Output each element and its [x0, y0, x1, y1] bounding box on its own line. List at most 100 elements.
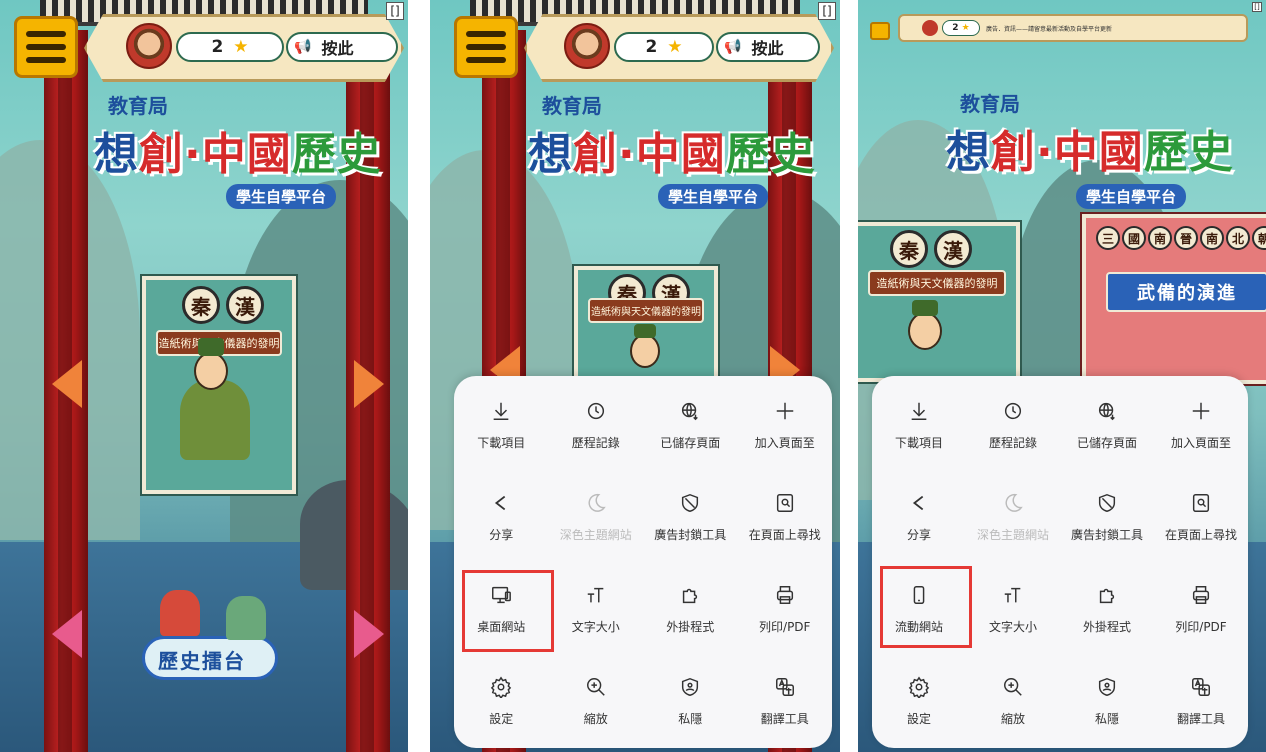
menu-item-ad-blocker[interactable]: 廣告封鎖工具 — [1060, 490, 1154, 552]
menu-item-label: 廣告封鎖工具 — [654, 528, 727, 542]
logo-part: 歷史 — [1143, 127, 1234, 178]
prev-arrow[interactable] — [52, 610, 82, 658]
next-arrow[interactable] — [354, 610, 384, 658]
menu-bar — [26, 31, 66, 37]
menu-item-add-page-to[interactable]: 加入頁面至 — [1154, 398, 1248, 460]
menu-item-dark-mode[interactable]: 深色主題網站 — [966, 490, 1060, 552]
star-icon: ★ — [667, 37, 683, 57]
dynasty-badge: 漢 — [226, 286, 264, 324]
dynasty-badge: 漢 — [934, 230, 972, 268]
menu-item-add-page-to[interactable]: 加入頁面至 — [738, 398, 833, 460]
topic-card-weapons[interactable]: 三 國 南 晉 南 北 朝 武備的演進 — [1082, 214, 1266, 384]
logo-part: 創 — [573, 129, 618, 180]
app-logo: 想創·中國歷史 — [528, 118, 816, 182]
menu-bar — [26, 44, 66, 50]
zoom-icon — [1000, 674, 1026, 700]
menu-item-label: 私隱 — [1094, 712, 1119, 726]
menu-item-label: 外掛程式 — [1082, 620, 1131, 634]
game-screen-2: 2 ★ 📢 按此 [] 教育局 想創·中國歷史 學生自學平台 秦 漢 造紙術與天… — [430, 0, 840, 752]
privacy-icon — [1094, 674, 1120, 700]
menu-item-find-in-page[interactable]: 在頁面上尋找 — [738, 490, 833, 552]
press-button[interactable]: 📢 按此 — [286, 32, 398, 62]
menu-item-print[interactable]: 列印/PDF — [1154, 582, 1248, 644]
menu-item-translate[interactable]: 翻譯工具 — [1154, 674, 1248, 736]
hamburger-menu-button[interactable] — [454, 16, 518, 78]
menu-item-label: 廣告封鎖工具 — [1070, 528, 1143, 542]
card-banner: 造紙術與天文儀器的發明 — [868, 270, 1006, 296]
arena-label: 歷史擂台 — [158, 649, 246, 673]
download-icon — [906, 398, 932, 424]
logo-part: 歷史 — [725, 129, 816, 180]
star-icon: ★ — [233, 37, 249, 57]
menu-item-label: 在頁面上尋找 — [1164, 528, 1237, 542]
avatar[interactable] — [564, 23, 610, 69]
corner-icon[interactable]: [] — [386, 2, 404, 20]
platform-subtitle: 學生自學平台 — [658, 184, 769, 209]
card-banner: 造紙術與天文儀器的發明 — [588, 298, 704, 323]
star-count: 2 — [211, 37, 224, 57]
menu-item-print[interactable]: 列印/PDF — [738, 582, 833, 644]
app-logo: 想創·中國歷史 — [94, 118, 382, 182]
next-arrow[interactable] — [354, 360, 384, 408]
saved-pages-icon — [1094, 398, 1120, 424]
menu-item-label: 縮放 — [1000, 712, 1025, 726]
menu-bar — [466, 57, 506, 63]
history-icon — [583, 398, 609, 424]
prev-arrow[interactable] — [52, 360, 82, 408]
extension-icon — [1094, 582, 1120, 608]
press-button[interactable]: 📢 按此 — [716, 32, 820, 62]
moon-icon — [1000, 490, 1026, 516]
text-size-icon — [1000, 582, 1026, 608]
menu-item-label: 縮放 — [583, 712, 608, 726]
menu-item-extensions[interactable]: 外掛程式 — [643, 582, 738, 644]
menu-item-zoom[interactable]: 縮放 — [966, 674, 1060, 736]
menu-item-history[interactable]: 歷程記錄 — [549, 398, 644, 460]
menu-bar — [466, 44, 506, 50]
logo-part: · — [1036, 127, 1054, 178]
menu-item-translate[interactable]: 翻譯工具 — [738, 674, 833, 736]
menu-item-downloads[interactable]: 下載項目 — [872, 398, 966, 460]
menu-item-settings[interactable]: 設定 — [872, 674, 966, 736]
menu-item-label: 下載項目 — [477, 436, 526, 450]
scholar-hat — [198, 338, 224, 356]
menu-item-text-size[interactable]: 文字大小 — [966, 582, 1060, 644]
corner-icon[interactable]: [] — [1252, 2, 1262, 12]
menu-item-dark-mode[interactable]: 深色主題網站 — [549, 490, 644, 552]
menu-item-label: 文字大小 — [571, 620, 620, 634]
menu-item-saved-pages[interactable]: 已儲存頁面 — [643, 398, 738, 460]
menu-item-privacy[interactable]: 私隱 — [1060, 674, 1154, 736]
dynasty-badges: 三 國 南 晉 南 北 朝 — [1096, 226, 1266, 250]
logo-part: 中國 — [635, 129, 726, 180]
hamburger-menu-button[interactable] — [870, 22, 890, 40]
menu-item-history[interactable]: 歷程記錄 — [966, 398, 1060, 460]
menu-item-settings[interactable]: 設定 — [454, 674, 549, 736]
dynasty-badges: 秦 漢 — [890, 230, 972, 268]
menu-item-label: 外掛程式 — [666, 620, 715, 634]
saved-pages-icon — [677, 398, 703, 424]
menu-item-downloads[interactable]: 下載項目 — [454, 398, 549, 460]
share-icon — [906, 490, 932, 516]
logo-part: 想 — [94, 129, 139, 180]
fighter-figure — [226, 596, 266, 640]
menu-item-zoom[interactable]: 縮放 — [549, 674, 644, 736]
share-icon — [488, 490, 514, 516]
topic-card-qin-han[interactable]: 秦 漢 造紙術與天文儀器的發明 — [858, 222, 1020, 382]
avatar[interactable] — [126, 23, 172, 69]
menu-item-saved-pages[interactable]: 已儲存頁面 — [1060, 398, 1154, 460]
menu-item-text-size[interactable]: 文字大小 — [549, 582, 644, 644]
menu-item-share[interactable]: 分享 — [454, 490, 549, 552]
find-icon — [1188, 490, 1214, 516]
platform-subtitle: 學生自學平台 — [226, 184, 337, 209]
menu-item-find-in-page[interactable]: 在頁面上尋找 — [1154, 490, 1248, 552]
hamburger-menu-button[interactable] — [14, 16, 78, 78]
avatar[interactable] — [922, 20, 938, 36]
corner-icon[interactable]: [] — [818, 2, 836, 20]
logo-part: 想 — [528, 129, 573, 180]
topic-card-qin-han[interactable]: 秦 漢 造紙術與天文儀器的發明 — [142, 276, 296, 494]
menu-item-privacy[interactable]: 私隱 — [643, 674, 738, 736]
menu-item-ad-blocker[interactable]: 廣告封鎖工具 — [643, 490, 738, 552]
menu-item-share[interactable]: 分享 — [872, 490, 966, 552]
menu-item-extensions[interactable]: 外掛程式 — [1060, 582, 1154, 644]
menu-item-label: 深色主題網站 — [559, 528, 632, 542]
game-screen-1: 2 ★ 📢 按此 [] 教育局 想創·中國歷史 學生自學平台 秦 漢 造紙術與天… — [0, 0, 408, 752]
